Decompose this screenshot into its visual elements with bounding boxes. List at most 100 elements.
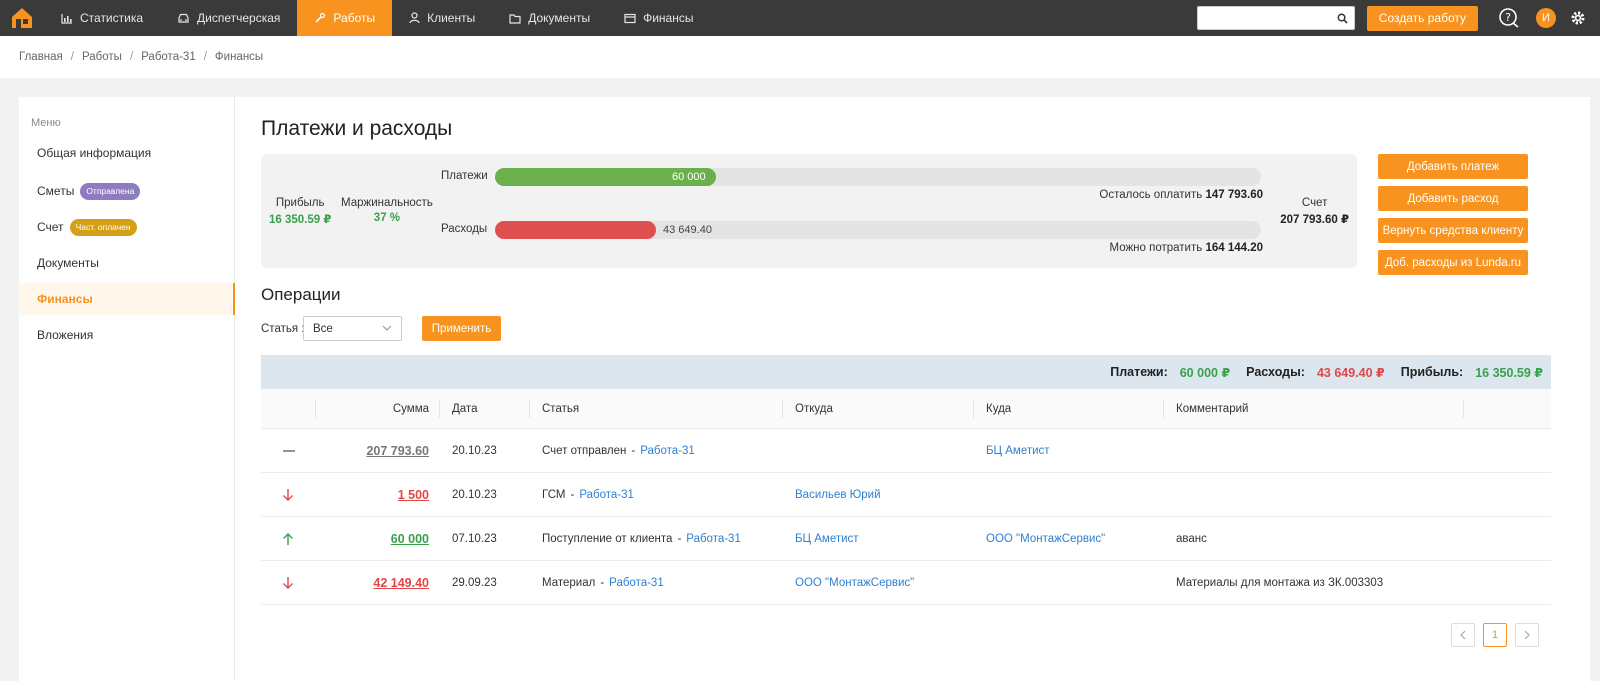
remaining-label: Осталось оплатить	[1099, 189, 1203, 201]
nav-item-5[interactable]: Финансы	[607, 0, 710, 36]
can-spend-label: Можно потратить	[1109, 242, 1203, 254]
add-payment-button[interactable]: Добавить платеж	[1378, 154, 1528, 179]
table-row: 1 500 20.10.23 ГСМ - Работа-31 Васильев Юрий	[261, 473, 1551, 517]
nav-item-label: Документы	[528, 11, 591, 25]
col-from[interactable]: Откуда	[795, 389, 833, 429]
main-card: Меню Общая информация Сметы Отправлена Счет…	[19, 97, 1590, 681]
sidebar-item-label: Счет	[37, 220, 64, 234]
date-cell: 20.10.23	[452, 445, 497, 457]
sidebar-item-label: Вложения	[37, 328, 94, 342]
separator: -	[631, 445, 636, 457]
invoice-value: 207 793.60 ₽	[1280, 214, 1349, 226]
create-work-button[interactable]: Создать работу	[1366, 5, 1478, 31]
date-cell: 20.10.23	[452, 489, 497, 501]
wallet-icon	[624, 13, 636, 24]
work-link[interactable]: Работа-31	[640, 445, 695, 457]
totals-payments-value: 60 000 ₽	[1179, 365, 1231, 380]
page-title: Платежи и расходы	[261, 117, 453, 140]
prev-page-button[interactable]	[1451, 623, 1475, 647]
col-to[interactable]: Куда	[986, 389, 1011, 429]
nav-item-2[interactable]: Работы	[297, 0, 393, 36]
breadcrumb-finance: Финансы	[214, 51, 264, 63]
totals-expenses-label: Расходы:	[1246, 365, 1305, 379]
add-expense-button[interactable]: Добавить расход	[1378, 186, 1528, 211]
article-filter-value: Все	[313, 322, 333, 335]
article-name: ГСМ	[542, 489, 566, 501]
sidebar-menu: Меню Общая информация Сметы Отправлена Счет…	[19, 97, 235, 681]
svg-text:?: ?	[1505, 11, 1511, 24]
next-page-button[interactable]	[1515, 623, 1539, 647]
expenses-bar-value: 43 649.40	[663, 224, 712, 236]
expenses-bar-label: Расходы	[441, 223, 488, 235]
from-link[interactable]: ООО "МонтажСервис"	[795, 561, 914, 605]
expenses-progress-fill	[495, 221, 656, 239]
sidebar-item-1[interactable]: Сметы Отправлена	[19, 175, 235, 207]
apply-filter-button[interactable]: Применить	[422, 316, 501, 341]
breadcrumb-work-31[interactable]: Работа-31	[141, 51, 196, 63]
nav-item-label: Клиенты	[427, 11, 476, 25]
sidebar-item-5[interactable]: Вложения	[19, 319, 235, 351]
to-link[interactable]: БЦ Аметист	[986, 429, 1050, 473]
sidebar-item-0[interactable]: Общая информация	[19, 137, 235, 169]
refund-client-button[interactable]: Вернуть средства клиенту	[1378, 218, 1528, 243]
sidebar-item-4[interactable]: Финансы	[19, 283, 235, 315]
breadcrumb-home[interactable]: Главная	[19, 51, 63, 63]
date-cell: 07.10.23	[452, 533, 497, 545]
home-logo-icon[interactable]	[0, 0, 44, 36]
breadcrumb: Главная / Работы / Работа-31 / Финансы	[0, 36, 1600, 78]
arrow-down-icon	[282, 561, 294, 605]
article-cell: ГСМ - Работа-31	[542, 473, 634, 517]
work-link[interactable]: Работа-31	[579, 489, 634, 501]
help-chat-icon[interactable]: ?	[1498, 7, 1520, 29]
invoice-kpi: Счет 207 793.60 ₽	[1280, 197, 1349, 226]
amount-link[interactable]: 207 793.60	[315, 429, 429, 473]
col-date[interactable]: Дата	[452, 389, 477, 429]
nav-item-1[interactable]: Диспетчерская	[160, 0, 297, 36]
search-box[interactable]	[1196, 6, 1355, 30]
work-link[interactable]: Работа-31	[686, 533, 741, 545]
totals-payments-label: Платежи:	[1110, 365, 1168, 379]
profit-value: 16 350.59 ₽	[269, 214, 332, 226]
operations-totals: Платежи: 60 000 ₽ Расходы: 43 649.40 ₽ П…	[261, 355, 1551, 389]
car-icon	[177, 13, 190, 24]
operations-title: Операции	[261, 285, 341, 304]
article-name: Поступление от клиента	[542, 533, 673, 545]
amount-link[interactable]: 60 000	[315, 517, 429, 561]
from-link[interactable]: БЦ Аметист	[795, 517, 859, 561]
table-row: 60 000 07.10.23 Поступление от клиента - Раб…	[261, 517, 1551, 561]
col-comment[interactable]: Комментарий	[1176, 389, 1248, 429]
separator: -	[600, 577, 605, 589]
breadcrumb-works[interactable]: Работы	[82, 51, 122, 63]
gear-icon[interactable]	[1570, 10, 1586, 26]
col-amount[interactable]: Сумма	[315, 389, 429, 429]
user-avatar[interactable]: И	[1536, 8, 1556, 28]
dash-icon	[282, 429, 296, 473]
from-link[interactable]: Васильев Юрий	[795, 473, 881, 517]
sidebar-item-3[interactable]: Документы	[19, 247, 235, 279]
amount-link[interactable]: 1 500	[315, 473, 429, 517]
to-link[interactable]: ООО "МонтажСервис"	[986, 517, 1105, 561]
article-filter-select[interactable]: Все	[303, 316, 402, 341]
finance-summary: Прибыль 16 350.59 ₽ Маржинальность 37 % …	[261, 154, 1357, 268]
page-button-current[interactable]: 1	[1483, 623, 1507, 647]
can-spend: Можно потратить 164 144.20	[1109, 242, 1263, 254]
article-cell: Материал - Работа-31	[542, 561, 664, 605]
add-lunda-expenses-button[interactable]: Доб. расходы из Lunda.ru	[1378, 250, 1528, 275]
separator: -	[677, 533, 682, 545]
table-row: 207 793.60 20.10.23 Счет отправлен - Работа-…	[261, 429, 1551, 473]
search-icon[interactable]	[1337, 13, 1348, 24]
nav-item-3[interactable]: Клиенты	[392, 0, 492, 36]
status-badge: Отправлена	[80, 182, 141, 200]
sidebar-item-2[interactable]: Счет Част. оплачен	[19, 211, 235, 243]
payments-progress-bar: 60 000	[495, 168, 1261, 186]
action-buttons: Добавить платеж Добавить расход Вернуть …	[1378, 154, 1528, 282]
amount-link[interactable]: 42 149.40	[315, 561, 429, 605]
nav-item-0[interactable]: Статистика	[44, 0, 160, 36]
margin-kpi: Маржинальность 37 %	[341, 197, 433, 224]
nav-item-4[interactable]: Документы	[492, 0, 607, 36]
work-link[interactable]: Работа-31	[609, 577, 664, 589]
nav-item-label: Финансы	[643, 11, 694, 25]
margin-label: Маржинальность	[341, 197, 433, 209]
col-article[interactable]: Статья	[542, 389, 579, 429]
search-input[interactable]	[1197, 8, 1337, 28]
